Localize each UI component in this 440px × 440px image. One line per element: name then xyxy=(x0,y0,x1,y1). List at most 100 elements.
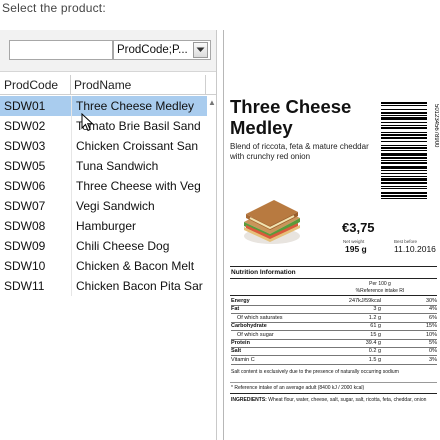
nutrition-name: Vitamin C xyxy=(231,356,255,363)
barcode-bar xyxy=(381,176,427,177)
barcode-bar xyxy=(381,178,427,181)
nutrition-v1: 15 g xyxy=(370,331,381,338)
reference-intake-note: * Reference intake of an average adult (… xyxy=(231,385,365,391)
nutrition-row: Of which sugar 15 g 10% xyxy=(231,332,437,340)
barcode-digits: 5012345678900 xyxy=(433,104,439,148)
nutrition-header-per: Per 100 g xyxy=(369,281,391,287)
row-prodname: Tomato Brie Basil Sand xyxy=(76,119,201,133)
nutrition-name: Salt xyxy=(231,348,242,355)
barcode-bar xyxy=(381,132,427,133)
barcode-bar xyxy=(381,188,427,189)
filter-input[interactable] xyxy=(9,40,113,60)
barcode-bar xyxy=(381,182,427,184)
nutrition-name: Carbohydrate xyxy=(231,323,267,330)
row-prodcode: SDW02 xyxy=(4,119,46,133)
nutrition-v2: 15% xyxy=(425,323,437,330)
salt-note: Salt content is exclusively due to the p… xyxy=(231,369,399,375)
table-row[interactable]: SDW05 Tuna Sandwich xyxy=(0,156,207,176)
select-product-prompt: Select the product: xyxy=(2,1,106,15)
row-prodname: Chili Cheese Dog xyxy=(76,239,170,253)
table-row[interactable]: SDW01 Three Cheese Medley xyxy=(0,96,207,116)
row-prodcode: SDW10 xyxy=(4,259,46,273)
barcode-bar xyxy=(381,166,427,169)
barcode-bar xyxy=(381,127,427,129)
nutrition-row: Salt 0.2 g 0% xyxy=(231,348,437,357)
nutrition-v2: 3% xyxy=(429,356,437,363)
row-prodname: Chicken & Bacon Melt xyxy=(76,259,195,273)
nutrition-v1: 1.2 g xyxy=(368,314,381,321)
barcode-bar xyxy=(381,109,427,110)
table-row[interactable]: SDW03 Chicken Croissant San xyxy=(0,136,207,156)
row-prodname: Tuna Sandwich xyxy=(76,159,159,173)
label-price: €3,75 xyxy=(342,220,375,235)
row-prodcode: SDW08 xyxy=(4,219,46,233)
nutrition-name: Fat xyxy=(231,306,240,313)
nutrition-v1: 247kJ/59kcal xyxy=(348,298,381,304)
nutrition-v1: 61 g xyxy=(370,323,381,330)
nutrition-v1: 0.2 g xyxy=(368,348,381,355)
product-label-preview: Three Cheese Medley Blend of riccota, fe… xyxy=(223,30,440,440)
barcode-bar xyxy=(381,157,427,159)
row-prodcode: SDW06 xyxy=(4,179,46,193)
barcode-bar xyxy=(381,170,427,171)
row-prodcode: SDW05 xyxy=(4,159,46,173)
barcode-bar xyxy=(381,112,427,114)
ingredients-label: INGREDIENTS: xyxy=(231,397,267,403)
label-description: Blend of riccota, feta & mature cheddar … xyxy=(230,142,369,161)
nutrition-name: Of which sugar xyxy=(237,331,274,338)
filter-column-value: ProdCode;P... xyxy=(117,44,188,56)
nutrition-row: Energy 247kJ/59kcal 30% xyxy=(231,298,437,306)
product-rows: SDW01 Three Cheese Medley SDW02 Tomato Brie… xyxy=(0,96,207,296)
nutrition-title: Nutrition Information xyxy=(231,269,296,276)
table-row[interactable]: SDW07 Vegi Sandwich xyxy=(0,196,207,216)
barcode-bar xyxy=(381,186,427,187)
product-list-panel: ProdCode;P... ProdCode ProdName SDW01 Thr… xyxy=(0,30,217,440)
nutrition-header-ri: %Reference intake RI xyxy=(355,288,405,294)
nutrition-v2: 30% xyxy=(425,298,437,304)
table-header: ProdCode ProdName xyxy=(0,75,216,95)
barcode-bar xyxy=(381,122,427,123)
barcode-bar xyxy=(381,147,427,149)
nutrition-v1: 39.4 g xyxy=(365,340,381,346)
nutrition-v2: 4% xyxy=(429,306,437,313)
row-prodcode: SDW01 xyxy=(4,99,46,113)
barcode-bar xyxy=(381,105,427,106)
barcode-bar xyxy=(381,198,427,199)
barcode-bar xyxy=(381,162,427,164)
nutrition-row: Vitamin C 1.5 g 3% xyxy=(231,357,437,365)
table-row[interactable]: SDW08 Hamburger xyxy=(0,216,207,236)
barcode: 5012345678900 xyxy=(381,102,439,199)
nutrition-row: Of which saturates 1.2 g 6% xyxy=(231,315,437,323)
filter-bar: ProdCode;P... xyxy=(0,30,216,72)
row-prodcode: SDW03 xyxy=(4,139,46,153)
ingredients-text: Wheat flour, water, cheese, salt, sugar,… xyxy=(268,397,427,403)
barcode-bar xyxy=(381,102,427,104)
nutrition-row: Protein 39.4 g 5% xyxy=(231,340,437,348)
column-header-prodcode[interactable]: ProdCode xyxy=(4,78,58,92)
net-weight-value: 195 g xyxy=(345,244,367,254)
barcode-bar xyxy=(381,173,427,174)
nutrition-v2: 5% xyxy=(429,340,437,346)
scroll-up-arrow-icon[interactable]: ▲ xyxy=(207,96,216,110)
sandwich-image xyxy=(244,200,300,244)
barcode-bar xyxy=(381,137,427,139)
filter-column-select[interactable]: ProdCode;P... xyxy=(113,40,211,60)
row-prodname: Three Cheese with Veg xyxy=(76,179,201,193)
column-header-prodname[interactable]: ProdName xyxy=(74,78,131,92)
table-row[interactable]: SDW06 Three Cheese with Veg xyxy=(0,176,207,196)
barcode-bar xyxy=(381,160,427,161)
table-row[interactable]: SDW09 Chili Cheese Dog xyxy=(0,236,207,256)
barcode-bar xyxy=(381,125,427,126)
row-prodcode: SDW09 xyxy=(4,239,46,253)
row-prodname: Hamburger xyxy=(76,219,137,233)
barcode-bar xyxy=(381,141,427,142)
nutrition-header: Per 100 g %Reference intake RI xyxy=(324,281,436,295)
nutrition-row: Fat 3 g 4% xyxy=(231,306,437,315)
table-row[interactable]: SDW11 Chicken Bacon Pita Sar xyxy=(0,276,207,296)
chevron-down-icon[interactable] xyxy=(193,42,208,58)
ingredients: INGREDIENTS: Wheat flour, water, cheese,… xyxy=(231,397,437,403)
table-row[interactable]: SDW02 Tomato Brie Basil Sand xyxy=(0,116,207,136)
row-prodcode: SDW11 xyxy=(4,279,45,293)
table-row[interactable]: SDW10 Chicken & Bacon Melt xyxy=(0,256,207,276)
barcode-bar xyxy=(381,117,427,120)
